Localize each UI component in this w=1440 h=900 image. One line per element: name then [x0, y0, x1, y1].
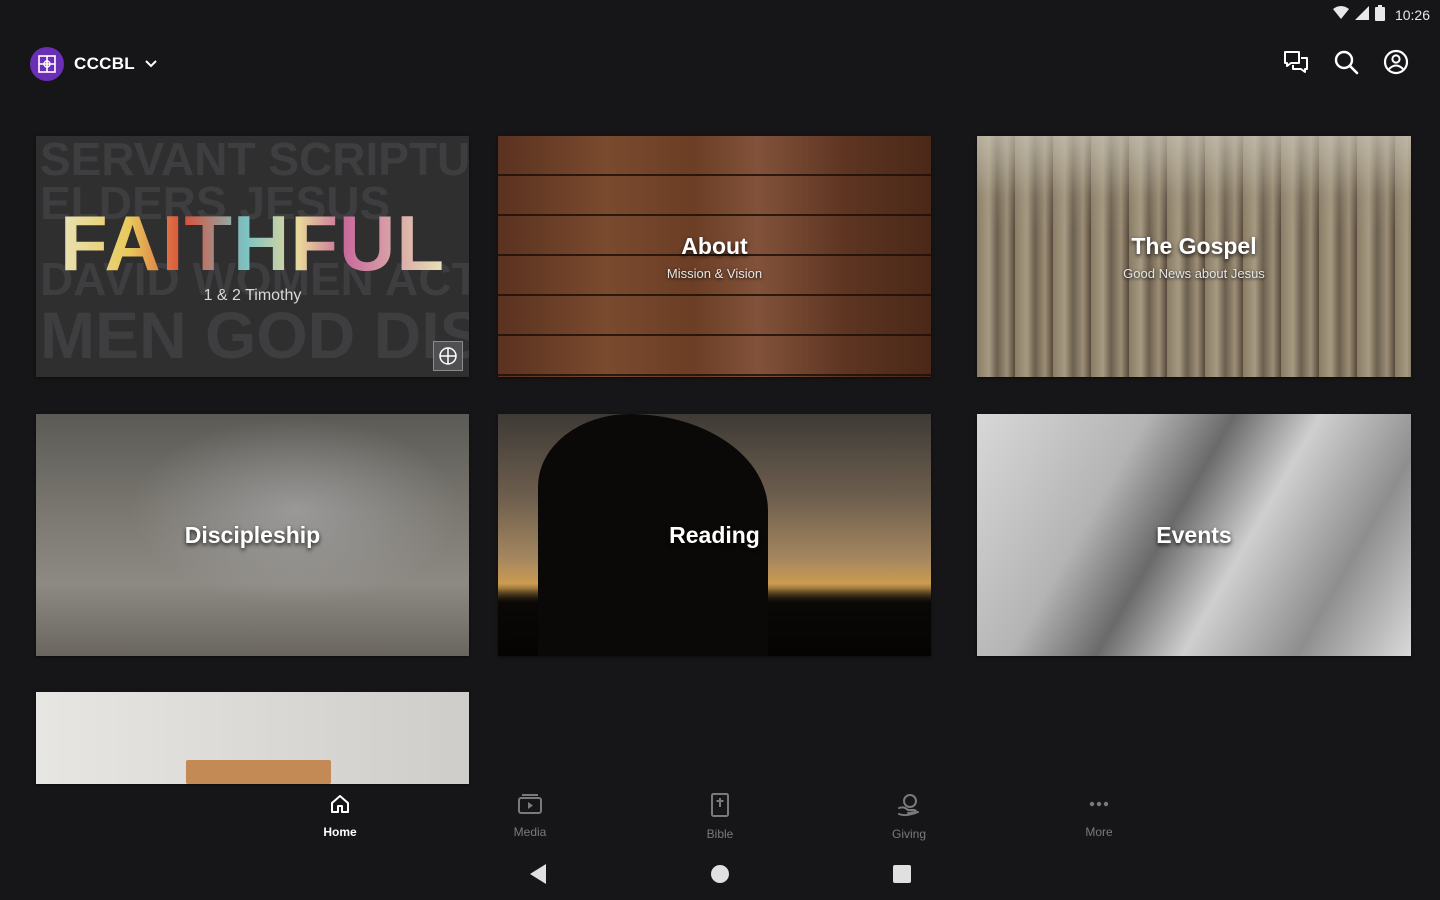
tile-title: FAITHFUL [60, 199, 445, 287]
system-nav-bar [0, 856, 1440, 892]
tile-title: Events [1156, 521, 1232, 548]
tile-title: About [681, 232, 748, 259]
chat-icon[interactable] [1282, 48, 1310, 76]
nav-media[interactable]: Media [490, 792, 570, 839]
home-icon [328, 792, 352, 821]
tile-title: Reading [669, 521, 760, 548]
nav-label: More [1085, 825, 1113, 839]
nav-label: Media [513, 825, 547, 839]
wifi-icon [1332, 5, 1349, 25]
tile-title: The Gospel [1131, 232, 1257, 259]
back-icon[interactable] [526, 862, 550, 886]
tile-discipleship[interactable]: Discipleship [36, 414, 469, 656]
status-time: 10:26 [1394, 7, 1430, 23]
tile-events[interactable]: Events [977, 414, 1411, 656]
media-icon [517, 792, 543, 821]
tile-subtitle: 1 & 2 Timothy [203, 287, 302, 304]
org-logo-icon [30, 47, 64, 81]
tile-reading[interactable]: Reading [498, 414, 931, 656]
tile-about[interactable]: About Mission & Vision [498, 136, 931, 377]
tile-subtitle: Mission & Vision [666, 265, 763, 281]
nav-label: Giving [891, 827, 926, 841]
search-icon[interactable] [1332, 48, 1360, 76]
nav-label: Bible [706, 827, 734, 841]
church-logo-icon [433, 341, 463, 371]
org-switcher[interactable]: CCCBL [30, 46, 157, 82]
status-bar: 10:26 [1140, 0, 1440, 30]
app-screen: 10:26 CCCBL SERVANT SCRIPTU MEN GOD DIS … [0, 0, 1440, 900]
nav-home[interactable]: Home [300, 792, 380, 839]
bible-icon [709, 792, 731, 823]
signal-icon [1354, 5, 1369, 25]
tile-partial[interactable] [36, 692, 469, 784]
giving-icon [896, 792, 922, 823]
home-circle-icon[interactable] [708, 862, 732, 886]
battery-icon [1374, 4, 1385, 26]
nav-label: Home [323, 825, 357, 839]
tile-title: Discipleship [184, 521, 321, 548]
header-actions [1282, 48, 1410, 76]
more-icon [1087, 792, 1111, 821]
account-icon[interactable] [1382, 48, 1410, 76]
tile-faithful[interactable]: SERVANT SCRIPTURE ELDERS JESUS DAVID WOM… [36, 136, 469, 377]
nav-bible[interactable]: Bible [680, 792, 760, 841]
nav-more[interactable]: More [1059, 792, 1139, 839]
nav-giving[interactable]: Giving [869, 792, 949, 841]
bottom-nav: Home Media Bible Giving More [0, 788, 1440, 844]
recents-icon[interactable] [890, 862, 914, 886]
chevron-down-icon [145, 55, 157, 73]
book-image [186, 760, 331, 784]
tile-the-gospel[interactable]: The Gospel Good News about Jesus [977, 136, 1411, 377]
org-name: CCCBL [74, 54, 135, 73]
app-header: CCCBL [0, 40, 1440, 88]
tile-subtitle: Good News about Jesus [1123, 265, 1265, 281]
